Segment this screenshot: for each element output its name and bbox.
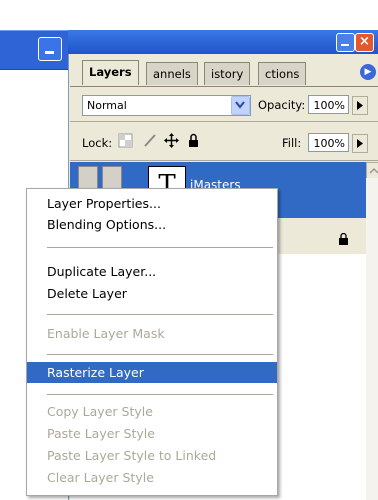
- minimize-icon: [45, 51, 54, 54]
- lock-transparent-button[interactable]: [118, 133, 133, 148]
- blend-mode-select[interactable]: Normal: [82, 95, 251, 116]
- palette-minimize-button[interactable]: [336, 33, 355, 52]
- menu-item-delete-layer[interactable]: Delete Layer: [27, 283, 277, 304]
- row-divider: [70, 121, 378, 122]
- menu-item-copy-layer-style[interactable]: Copy Layer Style: [27, 401, 277, 422]
- palette-titlebar: [68, 30, 378, 54]
- scrollbar-track[interactable]: [366, 178, 378, 500]
- menu-item-clear-layer-style[interactable]: Clear Layer Style: [27, 467, 277, 488]
- menu-item-enable-layer-mask[interactable]: Enable Layer Mask: [27, 323, 277, 344]
- menu-item-blending-options[interactable]: Blending Options...: [27, 214, 277, 235]
- opacity-slider-button[interactable]: [352, 96, 368, 115]
- palette-close-button[interactable]: ×: [355, 33, 374, 52]
- chevron-right-icon: [357, 139, 363, 148]
- menu-item-rasterize-layer[interactable]: Rasterize Layer: [27, 362, 277, 383]
- lock-move-icon: [164, 133, 179, 148]
- minimize-button[interactable]: [38, 37, 62, 61]
- blend-mode-value: Normal: [87, 99, 127, 112]
- fill-field[interactable]: 100%: [308, 133, 349, 152]
- menu-separator: [47, 394, 273, 395]
- tab-channels[interactable]: annels: [146, 62, 198, 85]
- lock-paint-icon: [144, 134, 156, 147]
- dropdown-arrow-icon: [235, 101, 245, 109]
- row-divider: [70, 160, 378, 161]
- chevron-right-icon: [357, 101, 363, 110]
- palette-menu-icon: ▶: [364, 67, 372, 77]
- lock-transparent-icon: [118, 133, 133, 148]
- minimize-icon: [341, 44, 349, 46]
- tab-divider: [70, 86, 378, 87]
- palette-menu-button[interactable]: ▶: [360, 64, 376, 80]
- close-icon: ×: [359, 34, 370, 49]
- lock-label: Lock:: [82, 136, 113, 150]
- context-menu: Layer Properties... Blending Options... …: [26, 188, 278, 496]
- opacity-label: Opacity:: [258, 98, 306, 112]
- lock-all-icon: [189, 133, 198, 147]
- chevron-up-icon: [369, 167, 378, 174]
- fill-slider-button[interactable]: [352, 134, 368, 153]
- lock-indicator-icon: [338, 232, 349, 248]
- menu-separator: [47, 247, 273, 248]
- menu-separator: [47, 354, 273, 355]
- opacity-field[interactable]: 100%: [308, 95, 349, 114]
- fill-label: Fill:: [282, 136, 302, 150]
- menu-item-paste-layer-style-to-linked[interactable]: Paste Layer Style to Linked: [27, 445, 277, 466]
- lock-move-button[interactable]: [164, 133, 179, 148]
- menu-item-duplicate-layer[interactable]: Duplicate Layer...: [27, 261, 277, 282]
- tab-layers[interactable]: Layers: [82, 60, 139, 85]
- menu-item-paste-layer-style[interactable]: Paste Layer Style: [27, 423, 277, 444]
- palette-tabs: Layers annels istory ctions: [70, 58, 378, 86]
- lock-all-button[interactable]: [186, 133, 201, 148]
- blend-mode-dropdown-button[interactable]: [231, 96, 250, 115]
- lock-paint-button[interactable]: [142, 133, 157, 148]
- tab-history[interactable]: istory: [204, 62, 251, 85]
- menu-item-layer-properties[interactable]: Layer Properties...: [27, 193, 277, 214]
- tab-actions[interactable]: ctions: [258, 62, 307, 85]
- menu-separator: [47, 314, 273, 315]
